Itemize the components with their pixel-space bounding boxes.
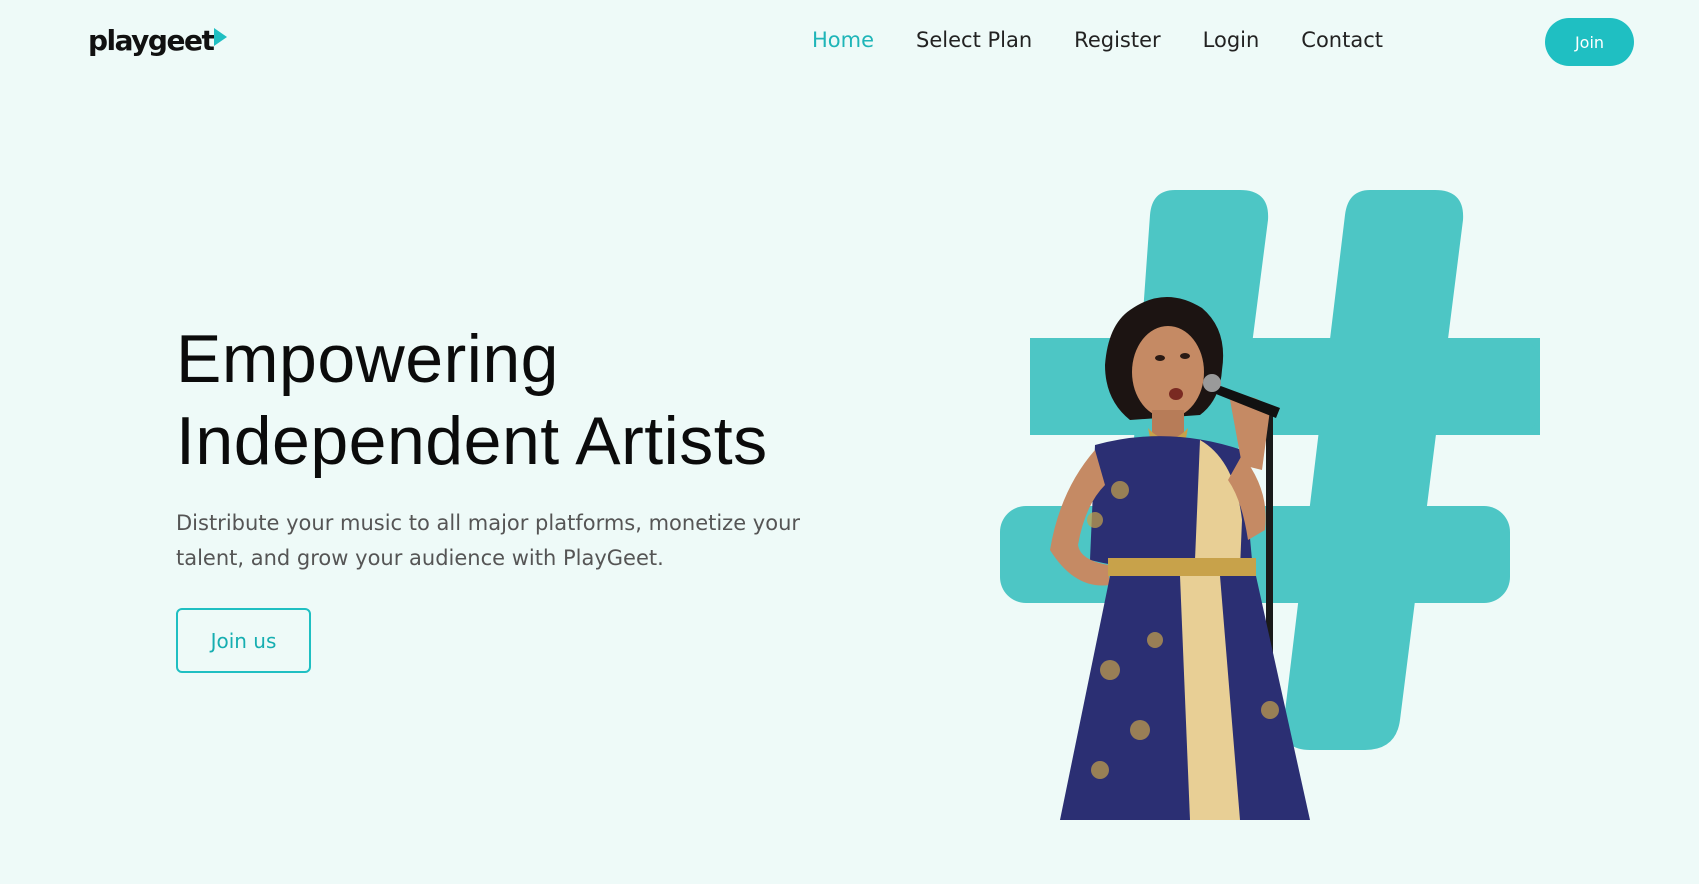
hero-subtitle: Distribute your music to all major platf… xyxy=(176,511,801,570)
join-us-button[interactable]: Join us xyxy=(176,608,311,673)
join-button[interactable]: Join xyxy=(1545,18,1634,66)
brand-logo[interactable]: playgeet xyxy=(88,24,228,57)
nav-select-plan[interactable]: Select Plan xyxy=(916,28,1032,52)
hero-title: Empowering Independent Artists xyxy=(176,318,876,482)
nav-home[interactable]: Home xyxy=(812,28,874,52)
nav-login[interactable]: Login xyxy=(1203,28,1260,52)
singer-illustration xyxy=(1050,296,1310,820)
hero-title-line-1: Empowering xyxy=(176,321,559,397)
play-triangle-icon xyxy=(214,28,228,46)
hero-title-line-2: Independent Artists xyxy=(176,403,768,479)
page: playgeet Home Select Plan Register Login… xyxy=(0,0,1699,884)
nav-contact[interactable]: Contact xyxy=(1301,28,1383,52)
brand-logo-text: playgeet xyxy=(88,24,215,57)
nav-register[interactable]: Register xyxy=(1074,28,1160,52)
main-nav: Home Select Plan Register Login Contact xyxy=(812,28,1383,52)
